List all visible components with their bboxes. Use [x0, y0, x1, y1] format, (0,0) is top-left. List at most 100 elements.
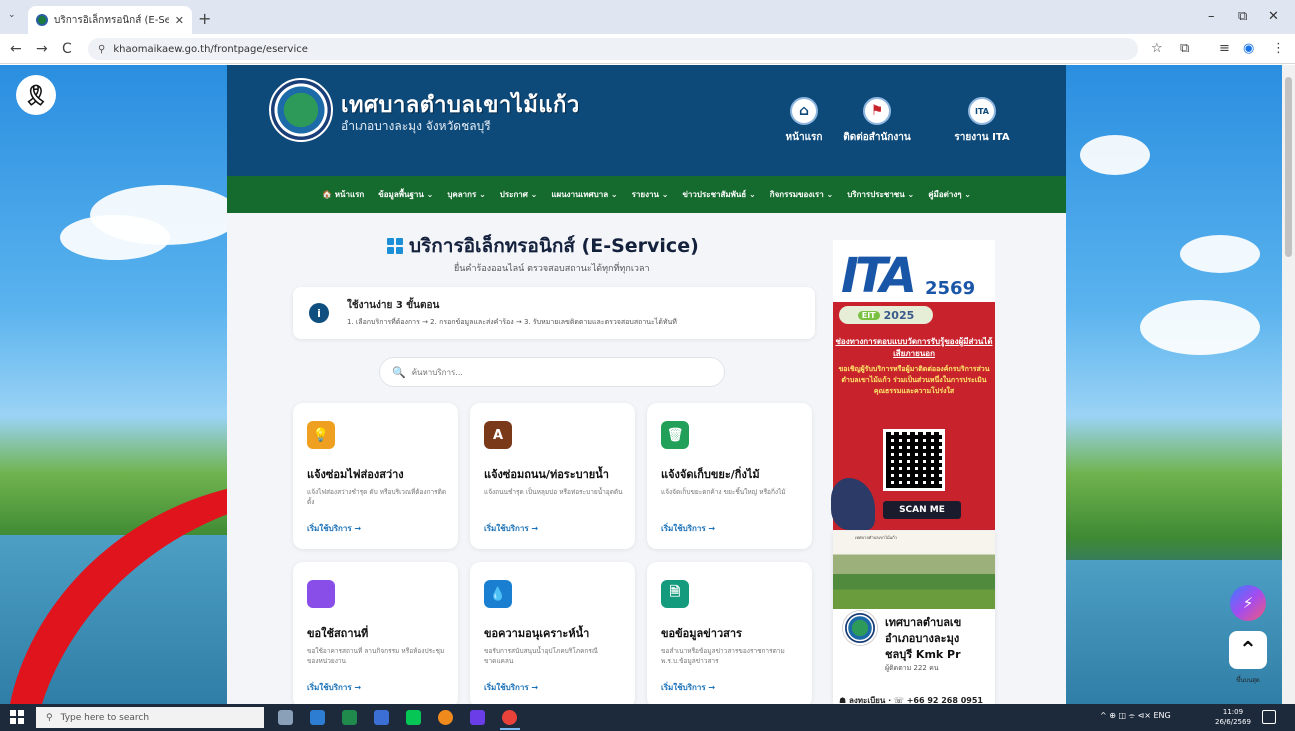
fb-cover-text: เทศบาลตำบลเขาไม้แก้ว — [855, 535, 897, 540]
fb-page-name[interactable]: เทศบาลตำบลเข อำเภอบางละมุง ชลบุรี Kmk Pr — [885, 615, 995, 663]
service-card-info[interactable]: 🗎 ขอข้อมูลข่าวสาร ขอสำเนาหรือข้อมูลข่าวส… — [647, 562, 812, 704]
location-icon: ⚑ — [863, 97, 891, 125]
search-input[interactable] — [411, 367, 712, 377]
close-window-button[interactable]: ✕ — [1268, 9, 1279, 24]
nav-activities[interactable]: กิจกรรมของเรา ⌄ — [770, 188, 833, 201]
page-scrollbar[interactable] — [1282, 65, 1295, 704]
decorative-red-swoosh — [10, 483, 255, 704]
system-tray[interactable]: ^ ⊕ ◫ ⌯ ⊲× ENG — [1100, 711, 1171, 721]
card-title: ขอความอนุเคราะห์น้ำ — [484, 627, 590, 640]
messenger-chat-button[interactable]: ⚡ — [1230, 585, 1266, 621]
nav-reports[interactable]: รายงาน ⌄ — [632, 188, 669, 201]
nav-public-services[interactable]: บริการประชาชน ⌄ — [847, 188, 914, 201]
active-app-indicator — [500, 728, 520, 730]
fb-contact-row[interactable]: ☗ ลงทะเบียน · ☏ +66 92 268 0951 — [839, 694, 983, 704]
site-info-icon[interactable]: ⚲ — [98, 44, 105, 55]
service-card-road[interactable]: A แจ้งซ่อมถนน/ท่อระบายน้ำ แจ้งถนนชำรุด เ… — [470, 403, 635, 549]
app-icon[interactable] — [470, 710, 485, 725]
scroll-to-top-button[interactable]: ⌃ — [1229, 631, 1267, 669]
service-card-lighting[interactable]: 💡 แจ้งซ่อมไฟส่องสว่าง แจ้งไฟส่องสว่างชำร… — [293, 403, 458, 549]
card-title: ขอใช้สถานที่ — [307, 627, 369, 640]
card-start-link[interactable]: เริ่มใช้บริการ → — [484, 522, 538, 535]
card-start-link[interactable]: เริ่มใช้บริการ → — [307, 681, 361, 694]
municipality-logo[interactable] — [269, 78, 333, 142]
site-favicon-icon — [36, 14, 48, 26]
header-home-label: หน้าแรก — [785, 132, 823, 143]
tab-search-icon[interactable]: ⌄ — [8, 10, 16, 20]
word-app-icon[interactable] — [310, 710, 325, 725]
url-bar[interactable]: ⚲ khaomaikaew.go.th/frontpage/eservice — [88, 38, 1138, 60]
windows-start-icon[interactable] — [10, 710, 24, 724]
windows-taskbar: ⚲ Type here to search ^ ⊕ ◫ ⌯ ⊲× ENG 11:… — [0, 704, 1295, 731]
grid-icon — [387, 238, 403, 254]
scrollbar-thumb[interactable] — [1285, 77, 1292, 257]
lightbulb-icon: 💡 — [307, 421, 335, 449]
browser-tab-active[interactable]: บริการอิเล็กทรอนิกส์ (E-Service) | เ ✕ — [28, 6, 192, 34]
nav-announcements[interactable]: ประกาศ ⌄ — [500, 188, 538, 201]
browser-menu-icon[interactable]: ⋮ — [1272, 41, 1285, 56]
tab-close-icon[interactable]: ✕ — [175, 14, 184, 27]
line-app-icon[interactable] — [406, 710, 421, 725]
extensions-icon[interactable]: ⧉ — [1180, 41, 1189, 56]
fb-cover-image: เทศบาลตำบลเขาไม้แก้ว — [833, 531, 995, 609]
facebook-page-widget[interactable]: เทศบาลตำบลเขาไม้แก้ว เทศบาลตำบลเข อำเภอบ… — [833, 531, 995, 704]
nav-manuals[interactable]: คู่มือต่างๆ ⌄ — [928, 188, 971, 201]
main-navigation: 🏠 หน้าแรก ข้อมูลพื้นฐาน ⌄ บุคลากร ⌄ ประก… — [227, 176, 1066, 213]
eit-year: 2025 — [883, 308, 915, 322]
nav-personnel[interactable]: บุคลากร ⌄ — [447, 188, 485, 201]
qr-code[interactable] — [883, 429, 945, 491]
profile-icon[interactable]: ◉ — [1243, 41, 1254, 56]
task-view-icon[interactable] — [278, 710, 293, 725]
restore-button[interactable]: ⧉ — [1238, 9, 1247, 24]
ita-banner[interactable]: ITA 2569 EIT 2025 ช่องทางการตอบแบบวัดการ… — [831, 240, 995, 530]
service-card-water[interactable]: 💧 ขอความอนุเคราะห์น้ำ ขอรับการสนับสนุนน้… — [470, 562, 635, 704]
header-contact-label: ติดต่อสำนักงาน — [843, 132, 911, 143]
card-title: แจ้งซ่อมไฟส่องสว่าง — [307, 468, 404, 481]
nav-home[interactable]: 🏠 หน้าแรก — [322, 188, 364, 201]
header-contact-button[interactable]: ⚑ ติดต่อสำนักงาน — [842, 97, 912, 145]
fb-avatar[interactable] — [843, 611, 877, 645]
service-card-garbage[interactable]: 🗑 แจ้งจัดเก็บขยะ/กิ่งไม้ แจ้งจัดเก็บขยะต… — [647, 403, 812, 549]
forward-button[interactable]: → — [36, 41, 48, 57]
page-subtitle: ยื่นคำร้องออนไลน์ ตรวจสอบสถานะได้ทุกที่ท… — [454, 264, 650, 274]
card-description: ขอรับการสนับสนุนน้ำอุปโภคบริโภคกรณีขาดแค… — [484, 647, 598, 665]
card-start-link[interactable]: เริ่มใช้บริการ → — [484, 681, 538, 694]
fist-illustration — [831, 478, 875, 530]
service-card-venue[interactable]: ขอใช้สถานที่ ขอใช้อาคารสถานที่ ลานกิจกรร… — [293, 562, 458, 704]
url-text: khaomaikaew.go.th/frontpage/eservice — [113, 43, 308, 55]
card-start-link[interactable]: เริ่มใช้บริการ → — [661, 681, 715, 694]
bookmark-star-icon[interactable]: ☆ — [1151, 41, 1163, 56]
site-container: เทศบาลตำบลเขาไม้แก้ว อำเภอบางละมุง จังหว… — [227, 65, 1066, 704]
ita-year: 2569 — [925, 278, 976, 299]
document-icon: 🗎 — [661, 580, 689, 608]
taskbar-clock[interactable]: 11:09 26/6/2569 — [1215, 707, 1251, 727]
browser-tab-bar: ⌄ บริการอิเล็กทรอนิกส์ (E-Service) | เ ✕… — [0, 0, 1295, 34]
fb-followers: ผู้ติดตาม 222 คน — [885, 664, 939, 672]
service-search[interactable]: 🔍 — [379, 357, 725, 387]
reload-button[interactable]: C — [62, 41, 72, 57]
header-home-button[interactable]: ⌂ หน้าแรก — [769, 97, 839, 145]
files-app-icon[interactable] — [374, 710, 389, 725]
card-title: แจ้งซ่อมถนน/ท่อระบายน้ำ — [484, 468, 609, 481]
road-icon: A — [484, 421, 512, 449]
notification-icon[interactable] — [1262, 710, 1276, 724]
taskbar-search[interactable]: ⚲ Type here to search — [36, 707, 264, 728]
excel-app-icon[interactable] — [342, 710, 357, 725]
building-icon — [307, 580, 335, 608]
card-description: ขอใช้อาคารสถานที่ ลานกิจกรรม หรือห้องประ… — [307, 647, 445, 665]
page-title: บริการอิเล็กทรอนิกส์ (E-Service) — [387, 231, 699, 261]
card-start-link[interactable]: เริ่มใช้บริการ → — [307, 522, 361, 535]
new-tab-button[interactable]: + — [198, 9, 211, 28]
nav-news[interactable]: ข่าวประชาสัมพันธ์ ⌄ — [682, 188, 755, 201]
card-start-link[interactable]: เริ่มใช้บริการ → — [661, 522, 715, 535]
card-description: แจ้งถนนชำรุด เป็นหลุมบ่อ หรือท่อระบายน้ำ… — [484, 488, 623, 496]
header-ita-button[interactable]: ITA รายงาน ITA — [947, 97, 1017, 145]
chrome-app-icon[interactable] — [502, 710, 517, 725]
firefox-app-icon[interactable] — [438, 710, 453, 725]
nav-basic-info[interactable]: ข้อมูลพื้นฐาน ⌄ — [378, 188, 433, 201]
minimize-button[interactable]: – — [1208, 9, 1215, 24]
scroll-to-top-label: ขึ้นบนสุด — [1236, 677, 1260, 684]
reading-list-icon[interactable]: ≡ — [1219, 41, 1230, 56]
back-button[interactable]: ← — [10, 41, 22, 57]
nav-plans[interactable]: แผนงานเทศบาล ⌄ — [551, 188, 617, 201]
